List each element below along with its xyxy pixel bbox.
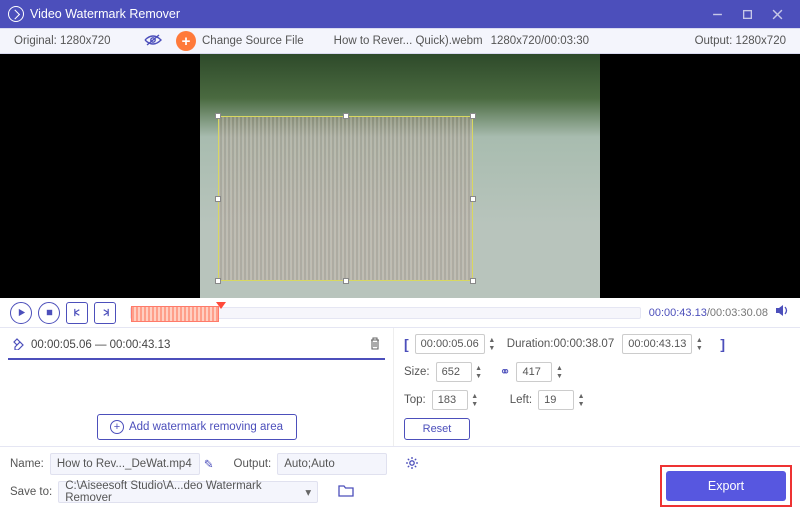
titlebar: Video Watermark Remover: [0, 0, 800, 28]
source-dimensions: 1280x720/00:03:30: [491, 35, 589, 47]
parameters-panel: [ 00:00:05.06▲▼ Duration:00:00:38.07 00:…: [394, 328, 800, 446]
resize-handle[interactable]: [470, 278, 476, 284]
resize-handle[interactable]: [215, 196, 221, 202]
chevron-down-icon: ▾: [305, 485, 311, 499]
source-filename: How to Rever... Quick).webm: [334, 35, 483, 47]
spin-down[interactable]: ▼: [554, 372, 564, 380]
spin-down[interactable]: ▼: [694, 344, 704, 352]
playhead[interactable]: [216, 302, 226, 309]
delete-segment-icon[interactable]: [369, 337, 381, 354]
size-label: Size:: [404, 366, 430, 378]
bracket-start-icon[interactable]: [: [404, 336, 409, 352]
resize-handle[interactable]: [215, 278, 221, 284]
volume-icon[interactable]: [775, 304, 790, 322]
spin-down[interactable]: ▼: [474, 372, 484, 380]
save-to-label: Save to:: [10, 486, 52, 498]
spin-up[interactable]: ▲: [576, 392, 586, 400]
resize-handle[interactable]: [343, 278, 349, 284]
change-source-button[interactable]: Change Source File: [202, 35, 304, 47]
play-button[interactable]: [10, 302, 32, 324]
segment-range: 00:00:05.06 — 00:00:43.13: [31, 339, 170, 351]
mark-in-button[interactable]: [66, 302, 88, 324]
start-time-input[interactable]: 00:00:05.06: [415, 334, 485, 354]
eraser-icon: [12, 337, 25, 353]
spin-down[interactable]: ▼: [470, 400, 480, 408]
close-button[interactable]: [762, 4, 792, 24]
edit-name-icon[interactable]: ✎: [204, 457, 214, 471]
timeline-track[interactable]: [130, 307, 641, 319]
spin-down[interactable]: ▼: [576, 400, 586, 408]
segments-panel: 00:00:05.06 — 00:00:43.13 + Add watermar…: [0, 328, 394, 446]
original-dimensions-label: Original: 1280x720: [14, 35, 111, 47]
bracket-end-icon[interactable]: ]: [720, 336, 725, 352]
player-controls: 00:00:43.13/00:03:30.08: [0, 298, 800, 328]
watermark-selection[interactable]: [218, 116, 473, 281]
time-display: 00:00:43.13/00:03:30.08: [649, 307, 768, 319]
browse-folder-icon[interactable]: [338, 484, 354, 500]
bottom-bar: Name: How to Rev..._DeWat.mp4 ✎ Output: …: [0, 446, 800, 522]
video-stage: [0, 54, 800, 298]
width-input[interactable]: 652: [436, 362, 472, 382]
spin-up[interactable]: ▲: [694, 336, 704, 344]
resize-handle[interactable]: [470, 196, 476, 202]
duration-label: Duration:00:00:38.07: [507, 338, 614, 350]
save-path-field[interactable]: C:\Aiseesoft Studio\A...deo Watermark Re…: [58, 481, 318, 503]
spin-up[interactable]: ▲: [487, 336, 497, 344]
output-format-field[interactable]: Auto;Auto: [277, 453, 387, 475]
link-aspect-icon[interactable]: ⚭: [500, 364, 511, 380]
add-watermark-area-button[interactable]: + Add watermark removing area: [97, 414, 297, 440]
output-dimensions-label: Output: 1280x720: [695, 35, 786, 47]
reset-button[interactable]: Reset: [404, 418, 470, 440]
spin-up[interactable]: ▲: [470, 392, 480, 400]
name-label: Name:: [10, 458, 44, 470]
add-source-icon[interactable]: +: [176, 31, 196, 51]
export-highlight: Export: [660, 465, 792, 507]
resize-handle[interactable]: [343, 113, 349, 119]
height-input[interactable]: 417: [516, 362, 552, 382]
output-name-field[interactable]: How to Rev..._DeWat.mp4: [50, 453, 200, 475]
app-title: Video Watermark Remover: [30, 7, 180, 21]
top-label: Top:: [404, 394, 426, 406]
toolbar: Original: 1280x720 + Change Source File …: [0, 28, 800, 54]
segment-row[interactable]: 00:00:05.06 — 00:00:43.13: [8, 332, 385, 360]
export-button[interactable]: Export: [666, 471, 786, 501]
maximize-button[interactable]: [732, 4, 762, 24]
segment-marker[interactable]: [131, 306, 219, 322]
settings-icon[interactable]: [405, 456, 419, 473]
video-preview[interactable]: [200, 54, 600, 298]
app-logo-icon: [8, 6, 24, 22]
end-time-input[interactable]: 00:00:43.13: [622, 334, 692, 354]
minimize-button[interactable]: [702, 4, 732, 24]
left-input[interactable]: 19: [538, 390, 574, 410]
plus-icon: +: [110, 420, 124, 434]
top-input[interactable]: 183: [432, 390, 468, 410]
spin-up[interactable]: ▲: [474, 364, 484, 372]
mark-out-button[interactable]: [94, 302, 116, 324]
left-label: Left:: [510, 394, 532, 406]
resize-handle[interactable]: [215, 113, 221, 119]
output-label: Output:: [234, 458, 272, 470]
resize-handle[interactable]: [470, 113, 476, 119]
spin-down[interactable]: ▼: [487, 344, 497, 352]
preview-toggle-icon[interactable]: [144, 34, 162, 49]
spin-up[interactable]: ▲: [554, 364, 564, 372]
stop-button[interactable]: [38, 302, 60, 324]
